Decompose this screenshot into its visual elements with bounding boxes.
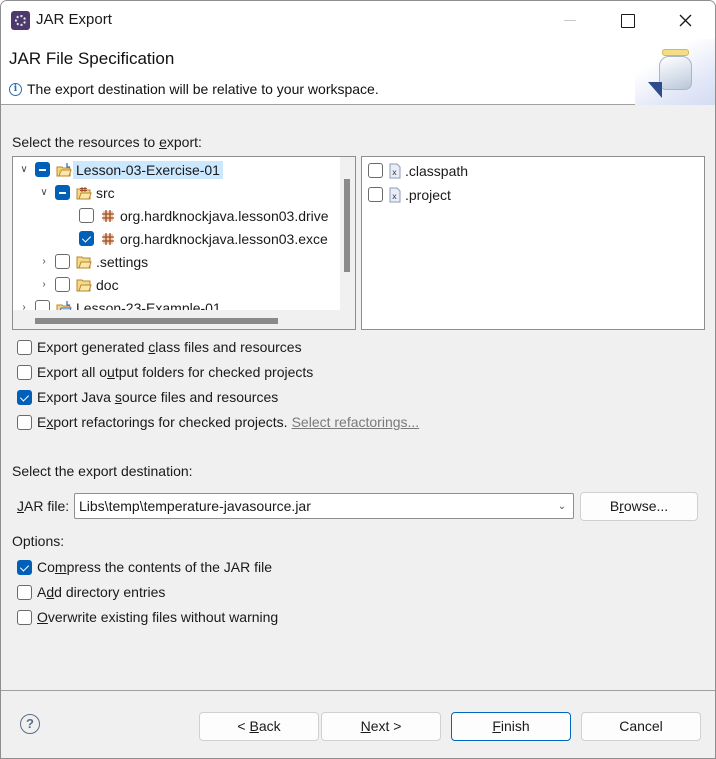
export-java-source-checkbox[interactable] xyxy=(17,389,32,405)
project-folder-icon xyxy=(56,162,72,178)
resources-label-mnemonic: e xyxy=(159,134,167,150)
export-arrow-icon xyxy=(648,82,662,98)
add-directory-entries-checkbox[interactable] xyxy=(17,584,32,600)
window-title: JAR Export xyxy=(36,11,112,28)
tree-item-label: Lesson-03-Exercise-01 xyxy=(73,160,223,179)
help-icon[interactable]: ? xyxy=(20,714,40,734)
tree-item-src[interactable]: ∨ src xyxy=(39,181,115,204)
option-label: Export all output folders for checked pr… xyxy=(37,364,314,380)
chevron-right-icon[interactable]: › xyxy=(39,279,49,290)
resources-label-text-end: xport: xyxy=(166,134,202,150)
source-folder-icon xyxy=(76,185,92,201)
overwrite-option[interactable]: Overwrite existing files without warning xyxy=(17,607,278,627)
footer-separator xyxy=(1,690,715,691)
jar-file-combo[interactable]: Libs\temp\temperature-javasource.jar ⌄ xyxy=(74,493,574,519)
finish-button[interactable]: Finish xyxy=(451,712,571,741)
option-label: Overwrite existing files without warning xyxy=(37,609,279,625)
tree-checkbox[interactable] xyxy=(55,254,70,269)
compress-option[interactable]: Compress the contents of the JAR file xyxy=(17,557,272,577)
file-label: .classpath xyxy=(405,162,469,179)
vertical-scrollbar-thumb[interactable] xyxy=(344,179,350,272)
maximize-button[interactable] xyxy=(599,1,657,39)
export-output-folders-option[interactable]: Export all output folders for checked pr… xyxy=(17,362,313,382)
file-checkbox[interactable] xyxy=(368,163,383,178)
title-bar: JAR Export xyxy=(1,1,715,39)
overwrite-checkbox[interactable] xyxy=(17,609,32,625)
option-label: Export refactorings for checked projects… xyxy=(37,414,288,430)
tree-item-package-exception[interactable]: org.hardknockjava.lesson03.exce xyxy=(79,227,328,250)
tree-item-doc[interactable]: › doc xyxy=(39,273,119,296)
export-refactorings-option[interactable]: Export refactorings for checked projects… xyxy=(17,412,419,432)
cancel-button[interactable]: Cancel xyxy=(581,712,701,741)
close-icon xyxy=(679,14,692,27)
select-refactorings-link[interactable]: Select refactorings... xyxy=(292,414,420,430)
wizard-header: JAR File Specification i The export dest… xyxy=(1,39,715,105)
tree-checkbox[interactable] xyxy=(55,277,70,292)
option-label: Compress the contents of the JAR file xyxy=(37,559,273,575)
export-class-files-option[interactable]: Export generated class files and resourc… xyxy=(17,337,302,357)
eclipse-app-icon xyxy=(11,11,30,30)
tree-item-lesson-03-exercise-01[interactable]: ∨ Lesson-03-Exercise-01 xyxy=(19,158,223,181)
folder-icon xyxy=(76,254,92,270)
jar-file-label: JAR file: xyxy=(17,498,70,514)
back-button[interactable]: < Back xyxy=(199,712,319,741)
add-directory-entries-option[interactable]: Add directory entries xyxy=(17,582,165,602)
resource-tree[interactable]: ∨ Lesson-03-Exercise-01 ∨ src org.hardkn… xyxy=(12,156,356,330)
chevron-down-icon[interactable]: ⌄ xyxy=(551,501,573,512)
page-title: JAR File Specification xyxy=(9,49,175,68)
tree-item-settings[interactable]: › .settings xyxy=(39,250,148,273)
package-icon xyxy=(100,231,116,247)
package-icon xyxy=(100,208,116,224)
next-button[interactable]: Next > xyxy=(321,712,441,741)
option-label: Add directory entries xyxy=(37,584,166,600)
tree-checkbox[interactable] xyxy=(79,231,94,246)
file-list[interactable]: x .classpath x .project xyxy=(361,156,705,330)
tree-item-label: doc xyxy=(96,276,119,293)
horizontal-scrollbar-thumb[interactable] xyxy=(35,318,278,324)
minimize-button[interactable] xyxy=(541,1,599,39)
chevron-down-icon[interactable]: ∨ xyxy=(39,187,49,198)
svg-text:x: x xyxy=(392,168,397,177)
list-item-project[interactable]: x .project xyxy=(368,183,451,206)
svg-text:x: x xyxy=(392,192,397,201)
export-java-source-option[interactable]: Export Java source files and resources xyxy=(17,387,278,407)
chevron-right-icon[interactable]: › xyxy=(39,256,49,267)
header-message: i The export destination will be relativ… xyxy=(9,81,379,97)
tree-checkbox[interactable] xyxy=(35,162,50,177)
tree-checkbox[interactable] xyxy=(55,185,70,200)
jar-export-dialog: JAR Export JAR File Specification i The … xyxy=(0,0,716,759)
tree-item-label: src xyxy=(96,184,115,201)
jar-file-input[interactable]: Libs\temp\temperature-javasource.jar xyxy=(79,498,551,514)
resources-label: Select the resources to export: xyxy=(12,134,202,150)
jar-banner-image xyxy=(635,39,715,105)
tree-item-label: .settings xyxy=(96,253,149,270)
file-checkbox[interactable] xyxy=(368,187,383,202)
xml-file-icon: x xyxy=(389,187,401,203)
tree-item-label: org.hardknockjava.lesson03.drive xyxy=(120,207,329,224)
destination-label: Select the export destination: xyxy=(12,463,193,479)
compress-checkbox[interactable] xyxy=(17,559,32,575)
export-class-files-checkbox[interactable] xyxy=(17,339,32,355)
option-label: Export generated class files and resourc… xyxy=(37,339,302,355)
options-label: Options: xyxy=(12,533,65,549)
export-refactorings-checkbox[interactable] xyxy=(17,414,32,430)
xml-file-icon: x xyxy=(389,163,401,179)
list-item-classpath[interactable]: x .classpath xyxy=(368,159,468,182)
chevron-down-icon[interactable]: ∨ xyxy=(19,164,29,175)
tree-item-package-driver[interactable]: org.hardknockjava.lesson03.drive xyxy=(79,204,329,227)
option-label: Export Java source files and resources xyxy=(37,389,279,405)
tree-item-label: org.hardknockjava.lesson03.exce xyxy=(120,230,328,247)
file-label: .project xyxy=(405,186,451,203)
browse-button[interactable]: Browse... xyxy=(580,492,698,521)
header-message-text: The export destination will be relative … xyxy=(27,81,379,97)
jar-lid xyxy=(662,49,689,56)
close-button[interactable] xyxy=(657,1,715,39)
export-output-folders-checkbox[interactable] xyxy=(17,364,32,380)
folder-icon xyxy=(76,277,92,293)
info-icon: i xyxy=(9,82,22,96)
jar-icon xyxy=(659,56,692,90)
resources-label-text: Select the resources to xyxy=(12,134,160,150)
tree-checkbox[interactable] xyxy=(79,208,94,223)
